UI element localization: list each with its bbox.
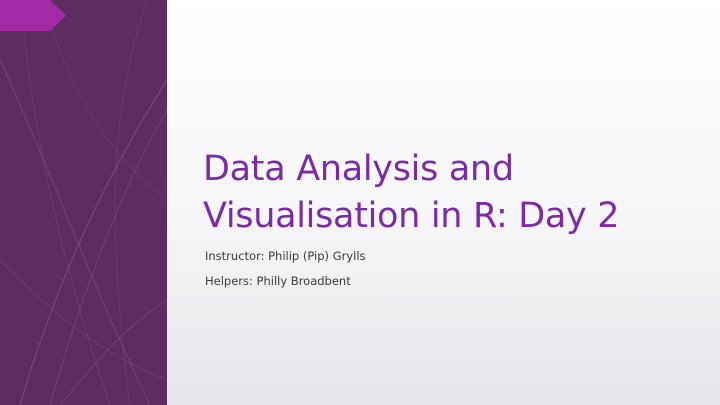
decorative-curves: [0, 0, 167, 405]
instructor-text: Instructor: Philip (Pip) Grylls: [205, 249, 366, 263]
slide-title: Data Analysis and Visualisation in R: Da…: [203, 146, 703, 240]
accent-tab: [0, 0, 66, 31]
side-panel: [0, 0, 167, 405]
helpers-text: Helpers: Philly Broadbent: [205, 274, 351, 288]
title-line-2: Visualisation in R: Day 2: [203, 196, 620, 236]
slide-subtitle: Instructor: Philip (Pip) Grylls Helpers:…: [205, 244, 366, 294]
title-line-1: Data Analysis and: [203, 149, 514, 189]
title-slide: Data Analysis and Visualisation in R: Da…: [0, 0, 720, 405]
